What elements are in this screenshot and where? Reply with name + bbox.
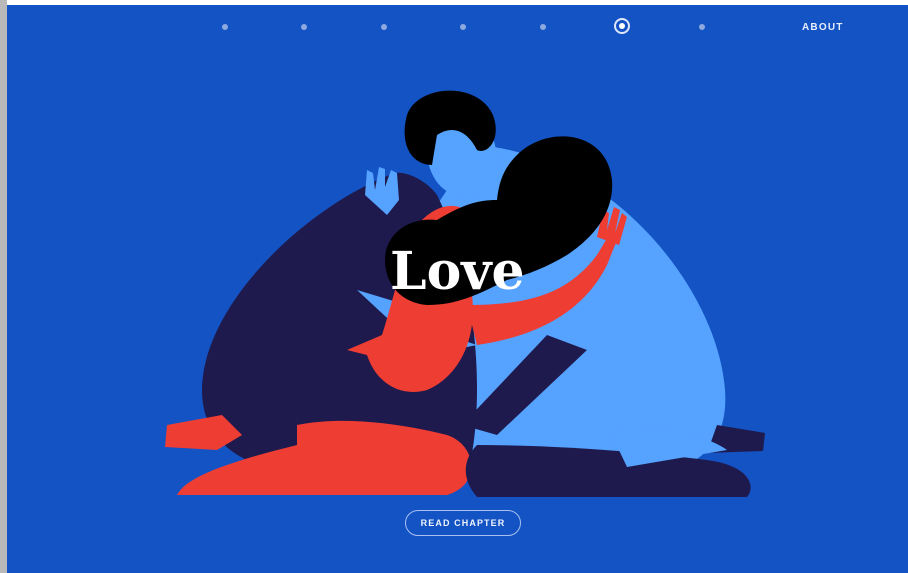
embracing-couple-illustration xyxy=(165,90,765,497)
window-edge xyxy=(0,0,7,573)
about-link[interactable]: ABOUT xyxy=(802,22,844,33)
nav-dot-4[interactable] xyxy=(460,24,466,30)
nav-dot-7[interactable] xyxy=(699,24,705,30)
nav-dot-1[interactable] xyxy=(222,24,228,30)
nav-dot-2[interactable] xyxy=(301,24,307,30)
read-chapter-button[interactable]: READ CHAPTER xyxy=(405,510,521,536)
nav-dot-5[interactable] xyxy=(540,24,546,30)
chapter-navigation: ABOUT xyxy=(7,5,908,53)
nav-dot-3[interactable] xyxy=(381,24,387,30)
nav-dot-6-active[interactable] xyxy=(614,18,630,34)
chapter-stage: Love ABOUT READ CHAPTER xyxy=(7,5,908,573)
